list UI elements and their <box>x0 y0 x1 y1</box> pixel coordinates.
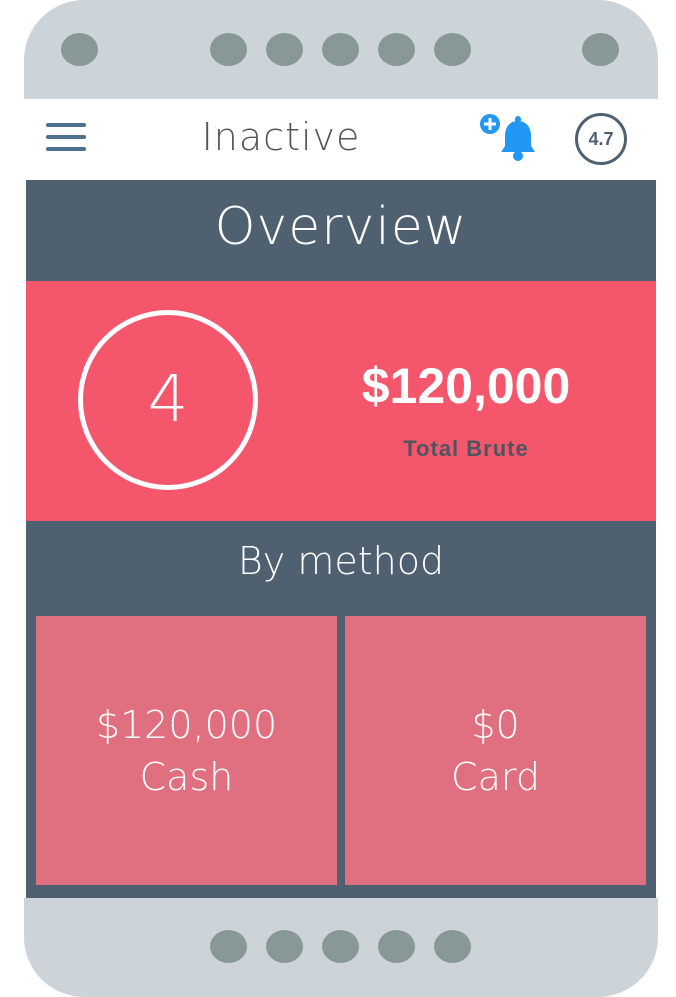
bezel-dot <box>378 930 415 963</box>
total-label: Total Brute <box>403 436 529 461</box>
bezel-dot <box>378 33 415 66</box>
menu-button[interactable] <box>46 123 88 153</box>
method-label: Card <box>451 754 540 799</box>
total-amount: $120,000 <box>361 358 571 414</box>
method-amount: $0 <box>471 702 520 747</box>
method-card-card[interactable]: $0 Card <box>345 616 646 885</box>
device-bezel-top <box>24 0 658 99</box>
device-bezel-bottom <box>24 898 658 997</box>
hamburger-menu-icon <box>46 123 86 127</box>
method-card-cash[interactable]: $120,000 Cash <box>36 616 337 885</box>
bezel-dot <box>434 930 471 963</box>
rating-badge[interactable]: 4.7 <box>575 113 627 165</box>
hamburger-menu-icon <box>46 135 86 139</box>
bezel-dot <box>266 33 303 66</box>
top-bar: Inactive 4.7 <box>26 99 656 180</box>
bezel-dot <box>322 930 359 963</box>
bezel-dot <box>322 33 359 66</box>
device-frame: Inactive 4.7 Overview 4 $120,000 Total B… <box>24 0 658 997</box>
overview-title: Overview <box>214 197 468 257</box>
status-label: Inactive <box>201 115 361 159</box>
bezel-dot <box>582 33 619 66</box>
bell-plus-icon <box>480 114 535 161</box>
bezel-dot <box>266 930 303 963</box>
summary-panel: 4 $120,000 Total Brute <box>26 281 656 521</box>
app-screen: Inactive 4.7 Overview 4 $120,000 Total B… <box>26 99 656 898</box>
notifications-button[interactable] <box>478 113 540 163</box>
bezel-dot <box>210 33 247 66</box>
method-label: Cash <box>139 754 234 799</box>
method-amount: $120,000 <box>95 702 278 747</box>
count-circle: 4 <box>78 310 258 490</box>
bezel-dot <box>434 33 471 66</box>
bezel-dot <box>61 33 98 66</box>
by-method-title: By method <box>237 539 445 583</box>
bezel-dot <box>210 930 247 963</box>
hamburger-menu-icon <box>46 147 86 151</box>
